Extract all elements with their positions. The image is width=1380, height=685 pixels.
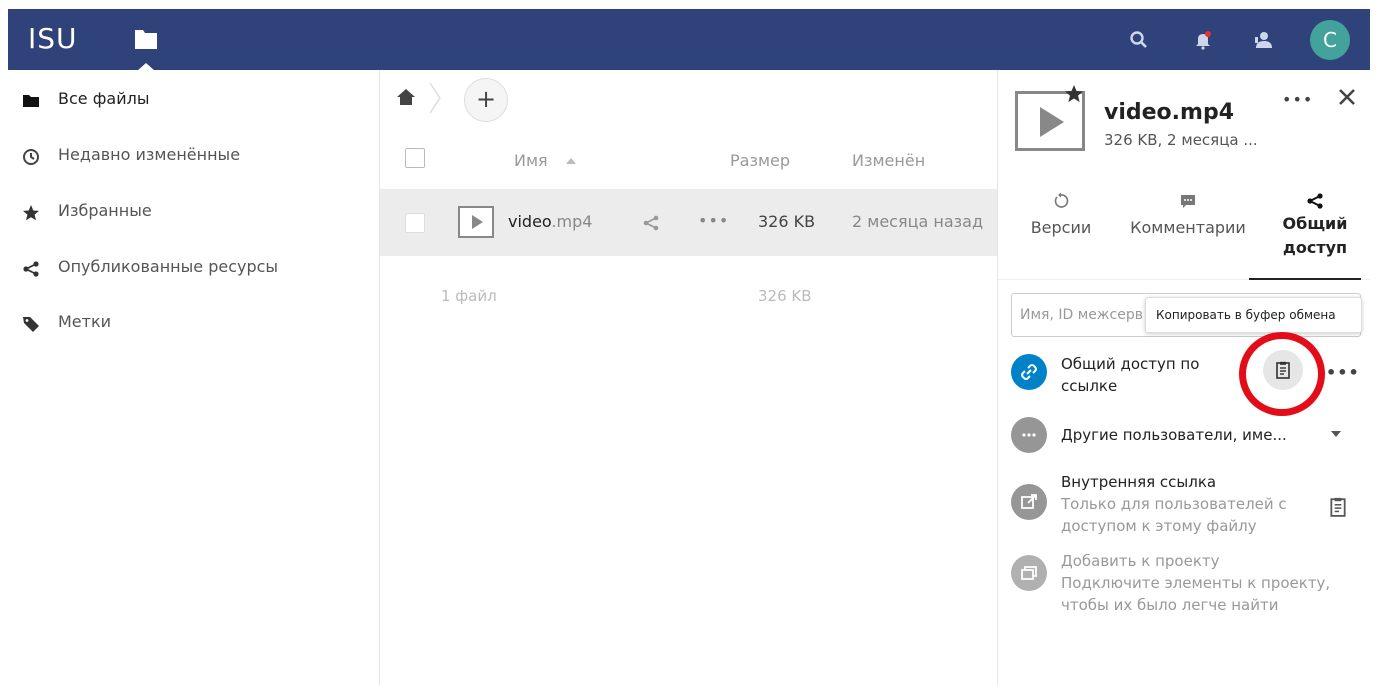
history-icon: [1054, 192, 1069, 208]
sidebar-item-all-files[interactable]: Все файлы: [8, 72, 380, 128]
search-icon[interactable]: [1128, 29, 1150, 51]
link-share-line1: Общий доступ по: [1061, 355, 1200, 373]
contacts-icon[interactable]: [1252, 29, 1274, 51]
sidebar-item-label: Избранные: [58, 201, 152, 220]
internal-link-desc-line1: Только для пользователей с: [1061, 495, 1287, 513]
sidebar-item-label: Все файлы: [58, 89, 150, 108]
comment-icon: [1181, 195, 1195, 208]
file-modified: 2 месяца назад: [852, 212, 984, 231]
row-checkbox[interactable]: [405, 213, 425, 233]
sidebar-item-recent[interactable]: Недавно изменённые: [8, 128, 380, 184]
video-file-icon: [458, 206, 494, 238]
app-logo[interactable]: ISU: [28, 22, 78, 55]
star-icon[interactable]: [1064, 84, 1084, 104]
file-title: video.mp4: [1104, 100, 1235, 125]
navigation-sidebar: Все файлы Недавно изменённые Избранные О…: [8, 70, 380, 685]
share-icon: [23, 261, 39, 277]
link-share-title: Общий доступ по ссылке: [1061, 353, 1199, 397]
panel-more-actions-button[interactable]: •••: [1282, 90, 1313, 109]
notifications-bell-icon[interactable]: [1192, 29, 1214, 51]
active-tab-underline: [1249, 278, 1361, 280]
star-icon: [23, 205, 39, 221]
column-header-size[interactable]: Размер: [730, 151, 790, 170]
top-header-bar: ISU C: [8, 9, 1370, 71]
external-link-icon: [1021, 494, 1037, 509]
other-users-label[interactable]: Другие пользователи, име...: [1061, 424, 1287, 446]
breadcrumb-separator-icon: [429, 82, 441, 114]
sort-ascending-icon: [566, 158, 576, 164]
add-project-avatar: [1011, 555, 1047, 591]
internal-link-avatar: [1011, 484, 1047, 520]
more-dots-icon: [1022, 433, 1036, 437]
summary-total-size: 326 KB: [758, 287, 812, 305]
files-app-folder-icon[interactable]: [134, 28, 158, 50]
sidebar-item-label: Недавно изменённые: [58, 145, 241, 164]
file-name[interactable]: video.mp4: [508, 212, 592, 231]
folder-icon: [23, 95, 39, 107]
add-project-text[interactable]: Добавить к проекту Подключите элементы к…: [1061, 550, 1330, 616]
tab-versions[interactable]: Версии: [1028, 192, 1094, 237]
sidebar-item-label: Метки: [58, 312, 112, 331]
summary-file-count: 1 файл: [441, 287, 497, 305]
link-share-avatar: [1011, 354, 1047, 390]
add-project-desc-line1: Подключите элементы к проекту,: [1061, 574, 1331, 592]
new-file-button[interactable]: +: [464, 78, 508, 122]
add-project-desc-line2: чтобы их было легче найти: [1061, 596, 1279, 614]
tab-comments[interactable]: Комментарии: [1128, 192, 1248, 237]
internal-link-text: Внутренняя ссылка Только для пользовател…: [1061, 471, 1287, 537]
column-header-modified[interactable]: Изменён: [852, 151, 925, 170]
tab-label-line1: Общий: [1282, 214, 1348, 233]
user-avatar[interactable]: C: [1310, 20, 1350, 60]
tab-label: Комментарии: [1130, 218, 1246, 237]
internal-link-title: Внутренняя ссылка: [1061, 473, 1217, 491]
link-share-line2: ссылке: [1061, 377, 1118, 395]
tab-sharing[interactable]: Общий доступ: [1268, 192, 1362, 260]
clipboard-icon[interactable]: [1328, 497, 1348, 517]
other-users-avatar: [1011, 417, 1047, 453]
file-name-extension: .mp4: [551, 212, 593, 231]
sidebar-item-tags[interactable]: Метки: [8, 295, 380, 351]
internal-link-desc-line2: доступом к этому файлу: [1061, 517, 1257, 535]
tab-label-line2: доступ: [1282, 238, 1348, 257]
file-list-area: + Имя Размер Изменён video.mp4 ••• 326 K…: [380, 70, 998, 685]
chevron-down-icon[interactable]: [1331, 431, 1341, 437]
sidebar-item-favorites[interactable]: Избранные: [8, 184, 380, 240]
table-row[interactable]: video.mp4 ••• 326 KB 2 месяца назад: [380, 189, 997, 256]
file-meta: 326 KB, 2 месяца ...: [1104, 131, 1258, 149]
tag-icon: [23, 317, 39, 332]
project-icon: [1021, 566, 1037, 580]
add-project-title: Добавить к проекту: [1061, 552, 1220, 570]
tab-label: Версии: [1030, 218, 1092, 237]
row-more-actions-button[interactable]: •••: [698, 211, 729, 230]
link-share-more-button[interactable]: •••: [1326, 363, 1360, 382]
file-details-panel: video.mp4 326 KB, 2 месяца ... ••• Верси…: [998, 70, 1370, 685]
clock-icon: [23, 149, 39, 165]
share-icon[interactable]: [642, 214, 660, 232]
file-name-base: video: [508, 212, 552, 231]
link-icon: [1021, 364, 1037, 380]
sidebar-item-shares[interactable]: Опубликованные ресурсы: [8, 240, 380, 296]
share-icon: [1307, 193, 1323, 209]
sidebar-item-label: Опубликованные ресурсы: [58, 257, 279, 276]
highlight-ring-annotation: [1239, 332, 1325, 416]
copy-tooltip: Копировать в буфер обмена: [1145, 297, 1362, 333]
file-size: 326 KB: [758, 212, 816, 231]
column-header-name[interactable]: Имя: [514, 151, 548, 170]
close-icon[interactable]: [1336, 86, 1358, 108]
home-icon[interactable]: [396, 88, 416, 106]
select-all-checkbox[interactable]: [405, 148, 425, 168]
